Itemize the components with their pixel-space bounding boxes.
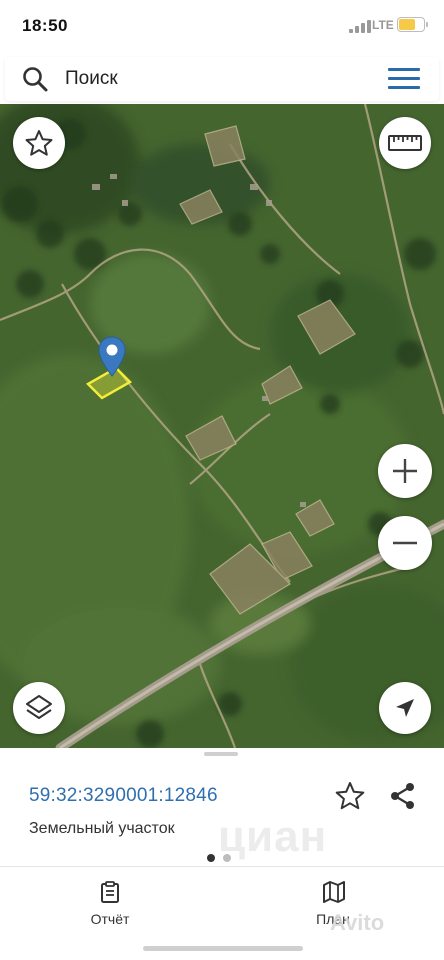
search-bar[interactable]: Поиск <box>5 57 439 101</box>
layers-button[interactable] <box>13 682 65 734</box>
location-marker-icon[interactable] <box>97 336 127 378</box>
battery-level <box>399 19 415 30</box>
satellite-imagery <box>0 104 444 748</box>
cadastral-number[interactable]: 59:32:3290001:12846 <box>29 785 218 807</box>
minus-icon <box>393 541 417 545</box>
zoom-out-button[interactable] <box>378 516 432 570</box>
search-icon[interactable] <box>21 65 49 93</box>
favorite-button[interactable] <box>13 117 65 169</box>
battery-tip <box>426 22 428 27</box>
pager-dot <box>207 854 215 862</box>
share-icon[interactable] <box>388 781 418 811</box>
hamburger-menu-icon[interactable] <box>388 66 420 92</box>
zoom-in-button[interactable] <box>378 444 432 498</box>
status-time: 18:50 <box>22 16 68 35</box>
avito-watermark: Avito <box>330 910 385 935</box>
ruler-button[interactable] <box>379 117 431 169</box>
search-input[interactable]: Поиск <box>65 68 118 90</box>
layers-icon <box>26 695 52 719</box>
map-icon <box>323 881 345 903</box>
status-bar: 18:50 LTE <box>0 0 444 52</box>
home-indicator[interactable] <box>143 946 303 951</box>
parcel-type: Земельный участок <box>29 820 175 837</box>
map-view[interactable] <box>0 104 444 748</box>
sheet-drag-handle[interactable] <box>204 752 238 756</box>
report-icon <box>101 881 119 903</box>
network-type: LTE <box>372 18 394 32</box>
plus-icon <box>393 459 417 483</box>
star-icon[interactable] <box>334 780 366 812</box>
battery-icon <box>397 17 425 32</box>
star-icon <box>25 130 53 156</box>
navigation-arrow-icon <box>396 699 414 717</box>
my-location-button[interactable] <box>379 682 431 734</box>
signal-icon <box>349 19 371 33</box>
tab-report-label: Отчёт <box>90 911 130 927</box>
ruler-icon <box>388 135 422 151</box>
cian-watermark: циан <box>218 812 328 861</box>
tab-report[interactable]: Отчёт <box>50 873 170 929</box>
